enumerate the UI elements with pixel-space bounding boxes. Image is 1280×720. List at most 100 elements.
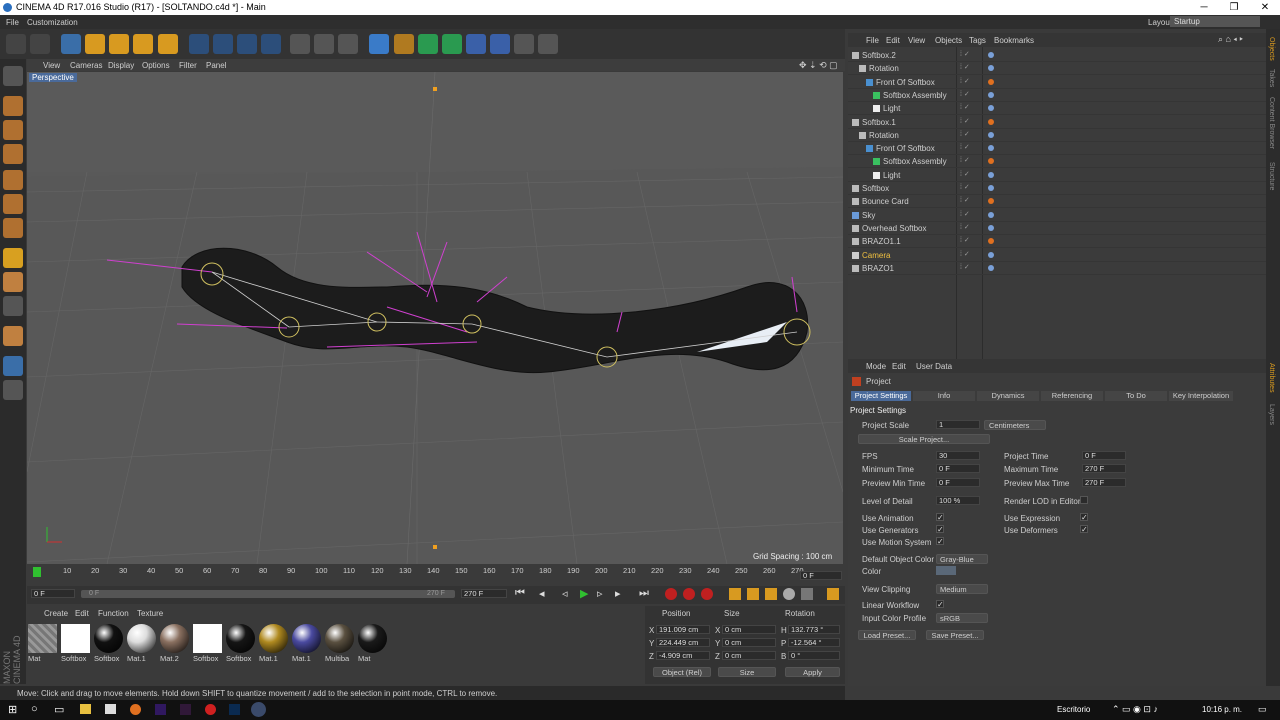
coord-mode-select[interactable]: Object (Rel)	[653, 667, 711, 677]
current-frame-field[interactable]: 0 F	[800, 571, 842, 580]
cinema4d-taskbar-icon[interactable]	[251, 702, 266, 717]
coord-size-field[interactable]: 0 cm	[722, 651, 776, 660]
material-swatch[interactable]: Softbox	[226, 624, 256, 664]
visibility-dots-icon[interactable]: ⁞ ✓	[960, 117, 970, 125]
apply-button[interactable]: Apply	[785, 667, 840, 677]
desktop-toolbar-label[interactable]: Escritorio	[1057, 705, 1090, 714]
key-param-icon[interactable]	[783, 588, 795, 600]
undo-icon[interactable]	[6, 34, 26, 54]
layout-select[interactable]: Startup	[1170, 16, 1260, 27]
use-deformers-checkbox[interactable]: ✓	[1080, 525, 1088, 534]
points-mode-icon[interactable]	[3, 170, 23, 190]
coord-rotation-field[interactable]: 132.773 °	[788, 625, 840, 634]
default-color-select[interactable]: Gray-Blue	[936, 554, 988, 564]
search-taskbar-icon[interactable]: ○	[31, 703, 38, 715]
material-swatch[interactable]: Mat	[28, 624, 58, 664]
visibility-dots-icon[interactable]: ⁞ ✓	[960, 263, 970, 271]
task-view-icon[interactable]: ▭	[54, 703, 64, 716]
light-icon[interactable]	[538, 34, 558, 54]
photoshop-icon[interactable]	[229, 704, 240, 715]
key-selection-icon[interactable]	[701, 588, 713, 600]
key-pla-icon[interactable]	[801, 588, 813, 600]
make-editable-icon[interactable]	[3, 66, 23, 86]
om-menu-bookmarks[interactable]: Bookmarks	[994, 36, 1034, 45]
render-settings-icon[interactable]	[338, 34, 358, 54]
windows-start-icon[interactable]: ⊞	[8, 703, 17, 716]
object-row[interactable]: Rotation ⁞ ✓	[848, 129, 1266, 142]
tab-to-do[interactable]: To Do	[1105, 391, 1167, 401]
visibility-dots-icon[interactable]: ⁞ ✓	[960, 63, 970, 71]
render-picture-viewer-icon[interactable]	[314, 34, 334, 54]
after-effects-icon[interactable]	[155, 704, 166, 715]
polygons-mode-icon[interactable]	[3, 218, 23, 238]
side-tab-content-browser[interactable]: Content Browser	[1268, 97, 1275, 149]
vp-menu-options[interactable]: Options	[142, 61, 170, 70]
om-menu-file[interactable]: File	[866, 36, 879, 45]
side-tab-layers[interactable]: Layers	[1268, 404, 1275, 425]
am-menu-user-data[interactable]: User Data	[916, 362, 952, 371]
key-scale-icon[interactable]	[747, 588, 759, 600]
record-icon[interactable]	[665, 588, 677, 600]
object-row[interactable]: Camera ⁞ ✓	[848, 249, 1266, 262]
firefox-icon[interactable]	[130, 704, 141, 715]
use-animation-checkbox[interactable]: ✓	[936, 513, 944, 522]
side-tab-attributes[interactable]: Attributes	[1268, 363, 1275, 393]
close-button[interactable]: ✕	[1250, 0, 1280, 15]
texture-mode-icon[interactable]	[3, 120, 23, 140]
search-icon[interactable]: ⌕ ⌂ ◂ ▸	[1218, 34, 1243, 45]
om-menu-tags[interactable]: Tags	[969, 36, 986, 45]
object-row[interactable]: Light ⁞ ✓	[848, 102, 1266, 116]
project-scale-field[interactable]: 1	[936, 420, 980, 429]
visibility-dots-icon[interactable]: ⁞ ✓	[960, 50, 970, 58]
end-frame-field[interactable]: 270 F	[461, 589, 507, 598]
redo-icon[interactable]	[30, 34, 50, 54]
live-selection-icon[interactable]	[158, 34, 178, 54]
preview-min-field[interactable]: 0 F	[936, 478, 980, 487]
material-swatch[interactable]: Mat.1	[292, 624, 322, 664]
scale-project-button[interactable]: Scale Project...	[858, 434, 990, 444]
side-tab-objects[interactable]: Objects	[1268, 37, 1275, 61]
mat-menu-edit[interactable]: Edit	[75, 609, 89, 618]
visibility-dots-icon[interactable]: ⁞ ✓	[960, 183, 970, 191]
object-row[interactable]: Softbox ⁞ ✓	[848, 182, 1266, 195]
color-swatch[interactable]	[936, 566, 956, 575]
scale-tool-icon[interactable]	[109, 34, 129, 54]
workplane-mode-icon[interactable]	[3, 144, 23, 164]
scale-unit-select[interactable]: Centimeters	[984, 420, 1046, 430]
maximize-button[interactable]: ❐	[1219, 0, 1249, 15]
premiere-icon[interactable]	[180, 704, 191, 715]
input-color-profile-select[interactable]: sRGB	[936, 613, 988, 623]
transport-play-icon[interactable]: ▶	[580, 587, 588, 600]
mat-menu-texture[interactable]: Texture	[137, 609, 163, 618]
render-lod-checkbox[interactable]	[1080, 496, 1088, 504]
key-rotation-icon[interactable]	[765, 588, 777, 600]
transport-prev-frame-icon[interactable]: ◃	[562, 587, 568, 600]
vp-menu-cameras[interactable]: Cameras	[70, 61, 102, 70]
coord-rotation-field[interactable]: 0 °	[788, 651, 840, 660]
use-generators-checkbox[interactable]: ✓	[936, 525, 944, 534]
auto-key-icon[interactable]	[683, 588, 695, 600]
am-menu-mode[interactable]: Mode	[866, 362, 886, 371]
coordinate-system-icon[interactable]	[261, 34, 281, 54]
menu-customization[interactable]: Customization	[27, 18, 78, 27]
coord-size-select[interactable]: Size	[718, 667, 776, 677]
material-swatch[interactable]: Softbox	[94, 624, 124, 664]
visibility-dots-icon[interactable]: ⁞ ✓	[960, 250, 970, 258]
file-explorer-icon[interactable]	[80, 704, 91, 714]
visibility-dots-icon[interactable]: ⁞ ✓	[960, 236, 970, 244]
y-axis-icon[interactable]	[213, 34, 233, 54]
move-tool-icon[interactable]	[85, 34, 105, 54]
use-expression-checkbox[interactable]: ✓	[1080, 513, 1088, 522]
visibility-dots-icon[interactable]: ⁞ ✓	[960, 156, 970, 164]
workplane-lock-icon[interactable]	[3, 356, 23, 376]
object-row[interactable]: Front Of Softbox ⁞ ✓	[848, 142, 1266, 156]
vp-menu-view[interactable]: View	[43, 61, 60, 70]
coord-rotation-field[interactable]: -12.564 °	[788, 638, 840, 647]
view-clipping-select[interactable]: Medium	[936, 584, 988, 594]
mat-menu-function[interactable]: Function	[98, 609, 129, 618]
transport-next-key-icon[interactable]: ▸	[615, 587, 621, 600]
store-icon[interactable]	[105, 704, 116, 714]
pen-icon[interactable]	[394, 34, 414, 54]
grid-icon[interactable]	[3, 380, 23, 400]
vp-menu-panel[interactable]: Panel	[206, 61, 226, 70]
